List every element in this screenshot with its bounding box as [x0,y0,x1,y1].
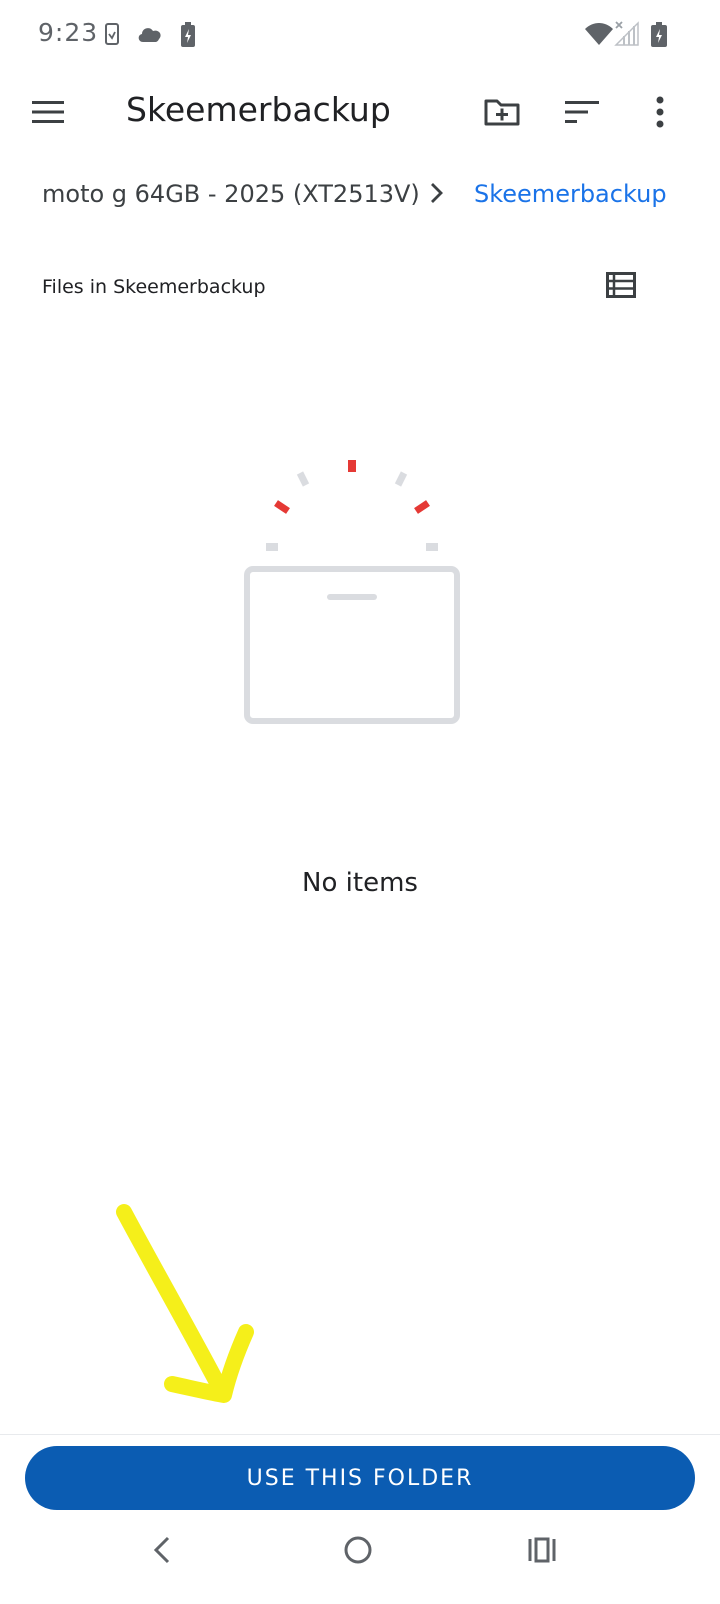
new-folder-icon[interactable] [474,84,530,140]
annotation-arrow [100,1200,280,1414]
menu-icon[interactable] [22,86,74,138]
section-title: Files in Skeemerbackup [42,276,266,298]
battery-charging-icon [180,22,196,52]
bottom-divider [0,1434,720,1435]
status-time: 9:23 [38,18,99,47]
use-this-folder-button[interactable]: USE THIS FOLDER [25,1446,695,1510]
back-icon[interactable] [136,1526,188,1574]
sim-card-icon [104,22,120,50]
wifi-icon [584,22,614,50]
status-bar: 9:23 [0,0,720,72]
cellular-no-signal-icon [614,20,640,50]
app-bar: Skeemerbackup [0,72,720,154]
list-view-icon[interactable] [598,262,644,308]
breadcrumb-current[interactable]: Skeemerbackup [474,180,667,208]
empty-box-illustration [240,456,464,732]
breadcrumb-root[interactable]: moto g 64GB - 2025 (XT2513V) [42,180,420,208]
navigation-bar [0,1524,720,1604]
cloud-icon [136,24,164,48]
recents-icon[interactable] [512,1526,572,1574]
home-icon[interactable] [332,1526,384,1574]
empty-state-text: No items [302,868,418,898]
app-title: Skeemerbackup [126,90,391,129]
breadcrumb: moto g 64GB - 2025 (XT2513V) Skeemerback… [0,164,720,228]
section-header: Files in Skeemerbackup [0,262,720,318]
chevron-right-icon [430,182,444,208]
sort-icon[interactable] [554,84,610,140]
more-options-icon[interactable] [634,84,686,140]
battery-icon [650,22,668,52]
